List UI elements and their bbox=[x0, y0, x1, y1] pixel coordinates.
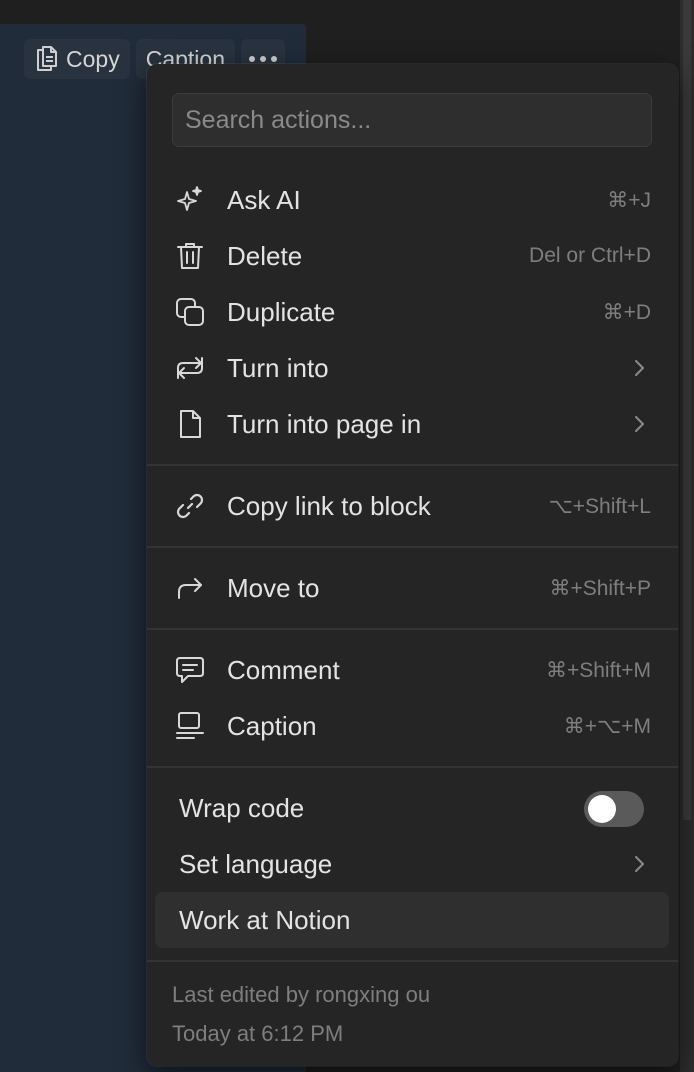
menu-item-delete[interactable]: Delete Del or Ctrl+D bbox=[155, 230, 669, 282]
menu-item-label: Ask AI bbox=[227, 184, 301, 215]
menu-item-work-at-notion[interactable]: Work at Notion bbox=[155, 892, 669, 948]
menu-item-duplicate[interactable]: Duplicate ⌘+D bbox=[155, 286, 669, 338]
turn-into-icon bbox=[174, 352, 206, 384]
comment-icon bbox=[174, 654, 206, 686]
trash-icon bbox=[174, 240, 206, 272]
last-edited-by: Last edited by rongxing ou bbox=[172, 982, 431, 1007]
menu-item-comment[interactable]: Comment ⌘+Shift+M bbox=[155, 644, 669, 696]
menu-item-label: Turn into bbox=[227, 352, 329, 383]
menu-item-label: Set language bbox=[179, 848, 333, 879]
menu-item-shortcut: ⌘+Shift+P bbox=[549, 576, 651, 600]
search-input[interactable] bbox=[172, 93, 652, 147]
menu-divider bbox=[147, 766, 678, 768]
menu-item-label: Move to bbox=[227, 572, 320, 603]
menu-divider bbox=[147, 628, 678, 630]
menu-item-shortcut: ⌥+Shift+L bbox=[548, 494, 651, 518]
menu-item-label: Wrap code bbox=[179, 792, 305, 823]
move-arrow-icon bbox=[174, 572, 206, 604]
menu-divider bbox=[147, 464, 678, 466]
menu-item-turn-into[interactable]: Turn into bbox=[155, 342, 669, 394]
menu-item-label: Copy link to block bbox=[227, 490, 431, 521]
caption-icon bbox=[174, 710, 206, 742]
menu-item-label: Work at Notion bbox=[179, 904, 351, 935]
scrollbar[interactable] bbox=[680, 0, 694, 1072]
scrollbar-thumb[interactable] bbox=[683, 0, 691, 820]
menu-item-shortcut: Del or Ctrl+D bbox=[529, 244, 651, 267]
menu-item-label: Caption bbox=[227, 710, 317, 741]
menu-item-turn-into-page-in[interactable]: Turn into page in bbox=[155, 398, 669, 450]
menu-item-shortcut: ⌘+J bbox=[607, 188, 651, 212]
menu-divider bbox=[147, 546, 678, 548]
block-actions-menu: Ask AI ⌘+J Delete Del or Ctrl+D Duplicat… bbox=[147, 64, 678, 1066]
menu-item-label: Delete bbox=[227, 240, 303, 271]
search-box bbox=[172, 93, 652, 147]
page-icon bbox=[174, 408, 206, 440]
menu-item-shortcut: ⌘+Shift+M bbox=[545, 658, 651, 682]
menu-divider bbox=[147, 960, 678, 962]
menu-item-wrap-code[interactable]: Wrap code bbox=[155, 782, 669, 834]
menu-item-move-to[interactable]: Move to ⌘+Shift+P bbox=[155, 562, 669, 614]
copy-button-label: Copy bbox=[66, 45, 120, 72]
sparkle-icon bbox=[174, 184, 206, 216]
copy-icon bbox=[34, 45, 60, 73]
duplicate-icon bbox=[174, 296, 206, 328]
wrap-code-toggle[interactable] bbox=[584, 791, 644, 827]
menu-item-shortcut: ⌘+D bbox=[602, 300, 651, 324]
menu-item-label: Duplicate bbox=[227, 296, 336, 327]
chevron-right-icon bbox=[633, 852, 647, 876]
menu-item-label: Comment bbox=[227, 654, 340, 685]
menu-item-caption[interactable]: Caption ⌘+⌥+M bbox=[155, 700, 669, 752]
menu-item-set-language[interactable]: Set language bbox=[155, 838, 669, 890]
toggle-knob bbox=[588, 795, 616, 823]
more-horizontal-icon bbox=[248, 55, 278, 63]
chevron-right-icon bbox=[633, 356, 647, 380]
copy-button[interactable]: Copy bbox=[24, 39, 130, 79]
menu-item-ask-ai[interactable]: Ask AI ⌘+J bbox=[155, 174, 669, 226]
menu-item-shortcut: ⌘+⌥+M bbox=[563, 714, 651, 738]
menu-item-label: Turn into page in bbox=[227, 408, 422, 439]
last-edited-time: Today at 6:12 PM bbox=[172, 1021, 344, 1046]
menu-item-copy-link[interactable]: Copy link to block ⌥+Shift+L bbox=[155, 480, 669, 532]
link-icon bbox=[174, 490, 206, 522]
chevron-right-icon bbox=[633, 412, 647, 436]
